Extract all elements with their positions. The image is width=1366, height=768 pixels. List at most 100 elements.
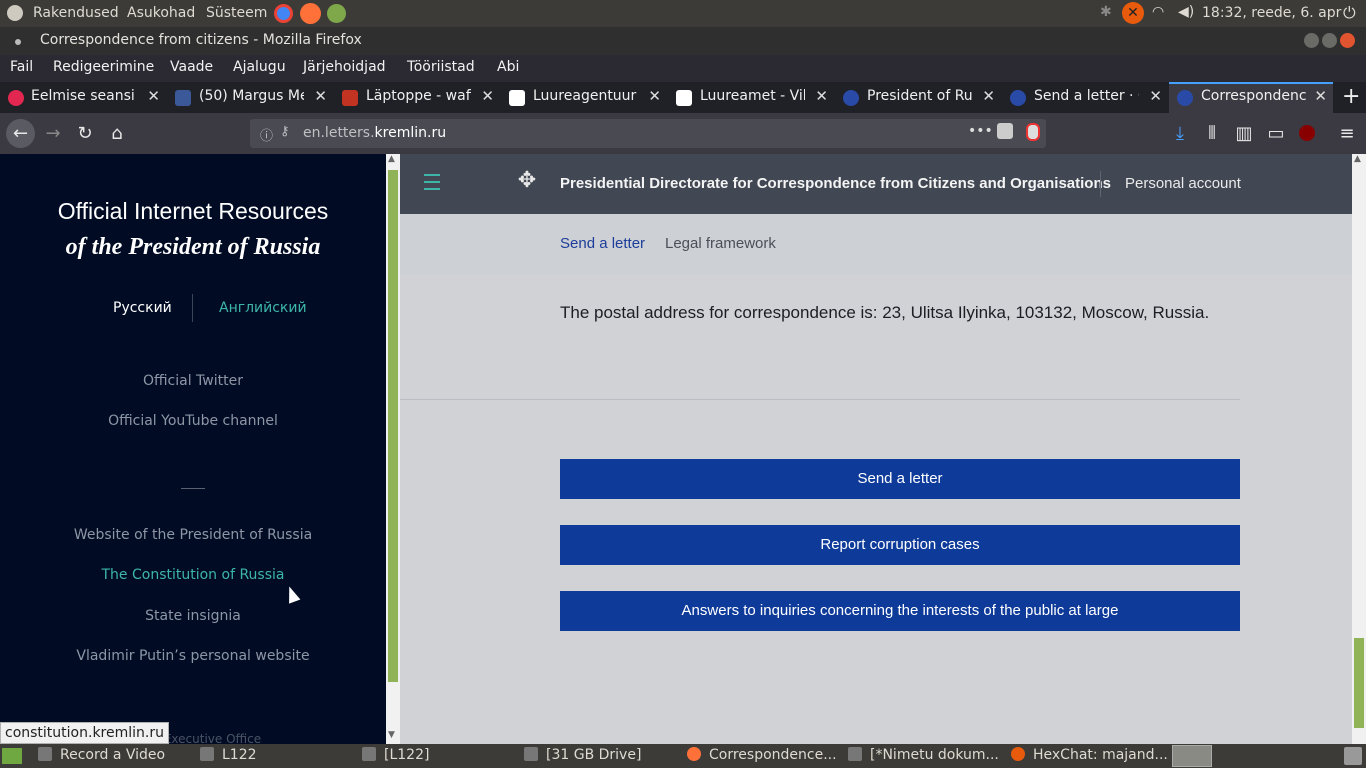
volume-icon[interactable]: ◀) <box>1178 4 1194 20</box>
info-icon[interactable]: ⓘ <box>260 125 273 144</box>
home-button[interactable]: ⌂ <box>104 121 130 147</box>
youtube-link[interactable]: Official YouTube channel <box>0 413 386 429</box>
tab-correspondence[interactable]: Correspondence ✕ <box>1169 82 1333 113</box>
scroll-up-icon[interactable]: ▲ <box>1354 154 1361 164</box>
menu-bookmarks[interactable]: Järjehoidjad <box>303 59 386 75</box>
report-corruption-button[interactable]: Report corruption cases <box>560 525 1240 565</box>
scroll-up-icon[interactable]: ▲ <box>388 154 395 164</box>
scroll-down-icon[interactable]: ▼ <box>388 730 395 740</box>
page-scrollbar[interactable]: ▲ <box>1352 154 1366 744</box>
library-icon[interactable]: ⫴ <box>1199 121 1225 147</box>
tab-facebook[interactable]: (50) Margus Mei ✕ <box>167 82 333 113</box>
sub-navigation: Send a letter Legal framework <box>400 214 1352 274</box>
public-inquiries-button[interactable]: Answers to inquiries concerning the inte… <box>560 591 1240 631</box>
menu-help[interactable]: Abi <box>497 59 519 75</box>
close-tab-icon[interactable]: ✕ <box>481 87 494 105</box>
close-tab-icon[interactable]: ✕ <box>1314 87 1327 105</box>
extension-icon[interactable] <box>1026 123 1040 141</box>
tab-strip: Eelmise seansi t ✕ (50) Margus Mei ✕ Läp… <box>0 82 1366 113</box>
chrome-launcher-icon[interactable] <box>274 4 293 23</box>
personal-account-link[interactable]: Personal account <box>1125 175 1241 192</box>
tab-laptops[interactable]: Läptoppe - waff ✕ <box>334 82 500 113</box>
bluetooth-icon[interactable]: ✱ <box>1100 4 1112 20</box>
lang-english-link[interactable]: Английский <box>219 300 307 316</box>
task-l122[interactable]: L122 <box>200 744 360 768</box>
page-scroll-thumb[interactable] <box>1354 638 1364 728</box>
menu-tools[interactable]: Tööriistad <box>407 59 475 75</box>
xchat-tray-icon[interactable]: ✕ <box>1122 2 1144 24</box>
menu-view[interactable]: Vaade <box>170 59 213 75</box>
tab-president[interactable]: President of Ru ✕ <box>835 82 1001 113</box>
url-bar[interactable]: ⓘ ⚷ en.letters.kremlin.ru ••• <box>250 119 1046 148</box>
state-insignia-link[interactable]: State insignia <box>0 608 386 624</box>
menu-system[interactable]: Süsteem <box>206 5 267 21</box>
new-tab-button[interactable]: + <box>1342 84 1360 109</box>
url-text: en.letters.kremlin.ru <box>303 125 446 141</box>
minimize-button[interactable] <box>1304 33 1319 48</box>
menu-edit[interactable]: Redigeerimine <box>53 59 154 75</box>
president-website-link[interactable]: Website of the President of Russia <box>0 527 386 543</box>
menu-places[interactable]: Asukohad <box>127 5 195 21</box>
wifi-icon[interactable]: ◠ <box>1152 4 1164 20</box>
official-resources-sidebar: Official Internet Resources of the Presi… <box>0 154 386 744</box>
sidebar-scroll-thumb[interactable] <box>388 170 398 682</box>
window-titlebar[interactable]: Correspondence from citizens - Mozilla F… <box>0 27 1366 55</box>
tab-wiki-luureagentuur[interactable]: Luureagentuur - ✕ <box>501 82 667 113</box>
menu-file[interactable]: Fail <box>10 59 33 75</box>
close-tab-icon[interactable]: ✕ <box>648 87 661 105</box>
system-top-panel: Rakendused Asukohad Süsteem ✱ ✕ ◠ ◀) 18:… <box>0 0 1366 27</box>
app-launcher-icon[interactable] <box>327 4 346 23</box>
sidebar-icon[interactable]: ▥ <box>1231 121 1257 147</box>
lang-russian-link[interactable]: Русский <box>113 300 172 316</box>
sidebar-scrollbar[interactable]: ▲ ▼ <box>386 154 400 744</box>
link-status-url: constitution.kremlin.ru <box>0 722 169 744</box>
menu-applications[interactable]: Rakendused <box>33 5 119 21</box>
hamburger-icon[interactable] <box>424 174 440 195</box>
close-tab-icon[interactable]: ✕ <box>147 87 160 105</box>
twitter-link[interactable]: Official Twitter <box>0 373 386 389</box>
close-tab-icon[interactable]: ✕ <box>314 87 327 105</box>
subnav-legal-framework[interactable]: Legal framework <box>665 235 776 252</box>
task-firefox[interactable]: Correspondence... <box>687 744 842 768</box>
tab-session-restore[interactable]: Eelmise seansi t ✕ <box>0 82 166 113</box>
forward-button[interactable]: → <box>40 121 66 147</box>
power-icon[interactable]: ⏻ <box>1343 3 1356 23</box>
tab-label: Läptoppe - waff <box>366 88 471 104</box>
clock[interactable]: 18:32, reede, 6. apr <box>1202 5 1341 21</box>
hamburger-menu-icon[interactable]: ≡ <box>1334 121 1360 147</box>
task-document[interactable]: [*Nimetu dokum... <box>848 744 1006 768</box>
tab-label: (50) Margus Mei <box>199 88 304 104</box>
putin-website-link[interactable]: Vladimir Putin’s personal website <box>0 648 386 664</box>
downloads-icon[interactable]: ⤓ <box>1167 121 1193 147</box>
screenshot-icon[interactable]: ▭ <box>1263 121 1289 147</box>
ublock-icon[interactable] <box>1299 125 1315 141</box>
close-tab-icon[interactable]: ✕ <box>1149 87 1162 105</box>
alert-icon <box>8 90 24 106</box>
constitution-link[interactable]: The Constitution of Russia <box>0 567 386 583</box>
firefox-launcher-icon[interactable] <box>300 3 321 24</box>
close-tab-icon[interactable]: ✕ <box>982 87 995 105</box>
send-letter-button[interactable]: Send a letter <box>560 459 1240 499</box>
task-record-video[interactable]: Record a Video <box>38 744 193 768</box>
firefox-task-active-icon[interactable] <box>1172 745 1212 767</box>
reload-button[interactable]: ↻ <box>72 121 98 147</box>
header-title[interactable]: Presidential Directorate for Corresponde… <box>560 175 1111 192</box>
close-window-button[interactable] <box>1340 33 1355 48</box>
key-icon[interactable]: ⚷ <box>280 124 290 139</box>
trash-icon[interactable] <box>1344 747 1362 765</box>
tab-send-letter[interactable]: Send a letter · C ✕ <box>1002 82 1168 113</box>
show-desktop-icon[interactable] <box>2 748 22 764</box>
subnav-send-letter[interactable]: Send a letter <box>560 235 645 252</box>
task-l122-minimized[interactable]: [L122] <box>362 744 522 768</box>
menu-history[interactable]: Ajalugu <box>233 59 286 75</box>
page-actions-icon[interactable]: ••• <box>968 123 993 139</box>
tab-wiki-luureamet[interactable]: Luureamet - Vik ✕ <box>668 82 834 113</box>
eagle-emblem-icon[interactable]: ✥ <box>512 168 542 198</box>
pocket-icon[interactable] <box>997 123 1013 139</box>
maximize-button[interactable] <box>1322 33 1337 48</box>
task-drive[interactable]: [31 GB Drive] <box>524 744 684 768</box>
task-hexchat[interactable]: HexChat: majand... <box>1011 744 1169 768</box>
close-tab-icon[interactable]: ✕ <box>815 87 828 105</box>
back-button[interactable]: ← <box>6 119 35 148</box>
ubuntu-logo-icon[interactable] <box>7 5 23 21</box>
